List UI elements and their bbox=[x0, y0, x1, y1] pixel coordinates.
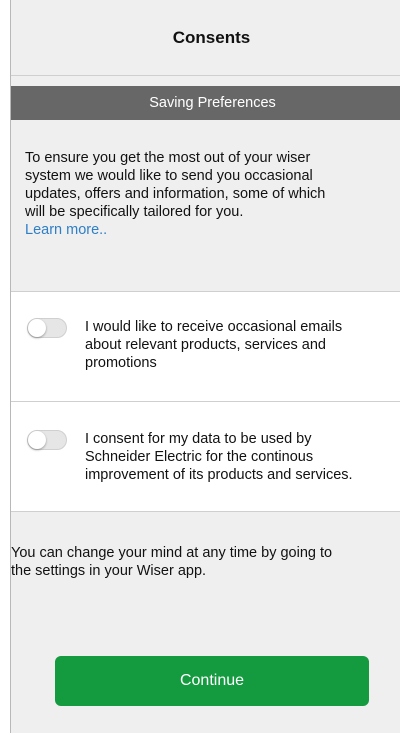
intro-line: To ensure you get the most out of your w… bbox=[25, 150, 311, 166]
option-line: I consent for my data to be used by bbox=[85, 431, 312, 447]
toggle-knob bbox=[28, 431, 46, 449]
note-line: You can change your mind at any time by … bbox=[11, 545, 333, 561]
note-line: the settings in your Wiser app. bbox=[11, 563, 207, 579]
intro-line: system we would like to send you occasio… bbox=[25, 168, 313, 184]
toggle-knob bbox=[28, 319, 46, 337]
option-line: improvement of its products and services… bbox=[85, 467, 353, 483]
consent-option-label: I consent for my data to be used by Schn… bbox=[85, 430, 400, 484]
consent-option-data-usage: I consent for my data to be used by Schn… bbox=[11, 402, 400, 512]
intro-line: updates, offers and information, some of… bbox=[25, 186, 326, 202]
page-title: Consents bbox=[172, 27, 251, 47]
learn-more-link[interactable]: Learn more.. bbox=[25, 221, 392, 239]
consent-option-emails: I would like to receive occasional email… bbox=[11, 292, 400, 402]
continue-button[interactable]: Continue bbox=[55, 656, 369, 706]
header-bar: Consents bbox=[11, 0, 400, 76]
option-line: about relevant products, services and bbox=[85, 337, 326, 353]
option-line: Schneider Electric for the continous bbox=[85, 449, 314, 465]
section-header: Saving Preferences bbox=[11, 86, 400, 120]
consents-screen: Consents Saving Preferences To ensure yo… bbox=[10, 0, 400, 733]
change-mind-note: You can change your mind at any time by … bbox=[11, 544, 400, 580]
data-usage-consent-toggle[interactable] bbox=[27, 430, 67, 450]
emails-consent-toggle[interactable] bbox=[27, 318, 67, 338]
option-line: I would like to receive occasional email… bbox=[85, 319, 343, 335]
intro-line: will be specifically tailored for you. bbox=[25, 204, 244, 220]
option-line: promotions bbox=[85, 355, 157, 371]
intro-block: To ensure you get the most out of your w… bbox=[11, 120, 400, 292]
section-header-label: Saving Preferences bbox=[149, 95, 276, 111]
consent-option-label: I would like to receive occasional email… bbox=[85, 318, 400, 372]
